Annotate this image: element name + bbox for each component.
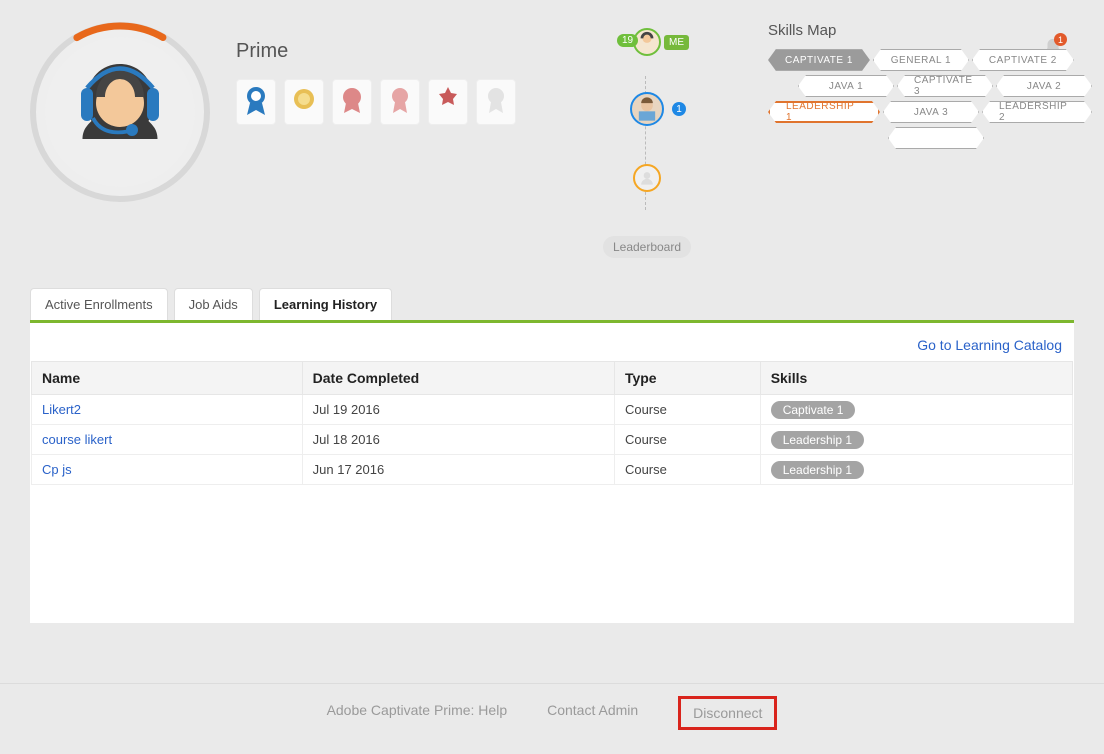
skill-captivate-2[interactable]: CAPTIVATE 2 [972,49,1074,71]
cell-type: Course [614,395,760,425]
footer-help-link[interactable]: Adobe Captivate Prime: Help [327,702,508,730]
ribbon-icon [387,85,413,119]
skill-captivate-1[interactable]: CAPTIVATE 1 [768,49,870,71]
tab-job-aids[interactable]: Job Aids [174,288,253,320]
course-link[interactable]: Likert2 [42,402,81,417]
footer: Adobe Captivate Prime: Help Contact Admi… [0,683,1104,754]
skill-java-3[interactable]: JAVA 3 [883,101,979,123]
medal-icon [291,85,317,119]
leaderboard-node-me[interactable]: 19 ME [633,28,661,56]
cell-date: Jun 17 2016 [302,455,614,485]
leaderboard-me-label: ME [664,35,689,50]
table-row: Cp js Jun 17 2016 Course Leadership 1 [32,455,1073,485]
course-link[interactable]: Cp js [42,462,72,477]
leaderboard-peer1-points: 1 [672,102,686,116]
col-header-date[interactable]: Date Completed [302,362,614,395]
skill-general-1[interactable]: GENERAL 1 [873,49,969,71]
badges-row [236,79,536,125]
skill-captivate-3[interactable]: CAPTIVATE 3 [897,75,993,97]
badge-pink-emblem[interactable] [332,79,372,125]
tab-learning-history[interactable]: Learning History [259,288,392,320]
leaderboard-label[interactable]: Leaderboard [603,236,691,258]
emblem-icon [339,85,365,119]
skill-pill[interactable]: Leadership 1 [771,461,864,479]
cell-type: Course [614,455,760,485]
leaderboard-node-peer2[interactable] [633,164,661,192]
cell-date: Jul 18 2016 [302,425,614,455]
skills-map-grid: CAPTIVATE 1 GENERAL 1 CAPTIVATE 2 JAVA 1… [768,49,1092,149]
footer-contact-link[interactable]: Contact Admin [547,702,638,730]
seal-icon [435,85,461,119]
tab-active-enrollments[interactable]: Active Enrollments [30,288,168,320]
footer-disconnect-link[interactable]: Disconnect [693,705,762,721]
badge-quality-seal[interactable] [428,79,468,125]
col-header-type[interactable]: Type [614,362,760,395]
skill-leadership-1[interactable]: LEADERSHIP 1 [768,101,880,123]
skill-empty [888,127,984,149]
cell-date: Jul 19 2016 [302,395,614,425]
cell-type: Course [614,425,760,455]
avatar-icon [630,92,664,126]
skill-java-1[interactable]: JAVA 1 [798,75,894,97]
avatar-progress-arc [30,22,210,202]
profile-avatar[interactable] [30,22,210,202]
skill-pill[interactable]: Captivate 1 [771,401,856,419]
col-header-skills[interactable]: Skills [760,362,1072,395]
badge-pink-ribbon[interactable] [380,79,420,125]
ribbon-icon [483,85,509,119]
table-header-row: Name Date Completed Type Skills [32,362,1073,395]
profile-name: Prime [236,40,536,63]
leaderboard-me-points: 19 [617,34,638,47]
notifications-count: 1 [1054,33,1067,46]
skill-pill[interactable]: Leadership 1 [771,431,864,449]
learning-history-table: Name Date Completed Type Skills Likert2 … [31,361,1073,485]
skill-java-2[interactable]: JAVA 2 [996,75,1092,97]
leaderboard-node-peer1[interactable]: 1 [630,92,664,126]
skill-leadership-2[interactable]: LEADERSHIP 2 [982,101,1092,123]
go-to-catalog-link[interactable]: Go to Learning Catalog [30,337,1074,361]
table-row: Likert2 Jul 19 2016 Course Captivate 1 [32,395,1073,425]
avatar-icon [633,164,661,192]
ribbon-icon [243,85,269,119]
table-row: course likert Jul 18 2016 Course Leaders… [32,425,1073,455]
badge-locked[interactable] [476,79,516,125]
course-link[interactable]: course likert [42,432,112,447]
col-header-name[interactable]: Name [32,362,303,395]
badge-gold-medal[interactable] [284,79,324,125]
badge-blue-ribbon[interactable] [236,79,276,125]
